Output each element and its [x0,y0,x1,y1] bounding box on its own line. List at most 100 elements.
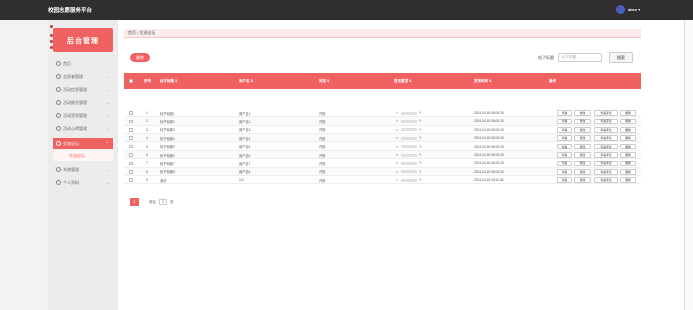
cell-status: 开放 [319,111,326,116]
row-checkbox[interactable] [129,134,133,142]
cell-pinned: < ✎ [396,109,422,117]
sidebar-item[interactable]: 系统管理 ⌄ [53,164,113,175]
edit-icon[interactable]: ✎ [419,170,422,174]
row-action-button[interactable]: 修改 [574,160,591,167]
row-action-button[interactable]: 查看 [557,169,572,175]
cell-user: 用户名3 [239,128,251,133]
user-menu[interactable]: abcx ▾ [628,7,640,12]
sidebar-subitem-forum[interactable]: 交流论坛 [53,150,113,161]
row-action-button[interactable]: 修改 [574,118,591,125]
checkbox-icon [129,170,133,174]
row-checkbox[interactable] [129,117,133,125]
row-action-button[interactable]: 查看评论 [594,135,618,141]
row-action-button[interactable]: 删除 [620,110,636,116]
row-action-button[interactable]: 删除 [620,143,636,150]
row-checkbox[interactable] [129,151,133,159]
cell-no: 5 [146,144,148,149]
scrollbar[interactable] [684,20,693,310]
goto-label: 前往 [149,199,156,204]
share-icon[interactable]: < [396,145,398,149]
sidebar-item[interactable]: 首页 [53,58,113,69]
edit-icon[interactable]: ✎ [419,153,422,157]
menu-icon [56,126,61,131]
row-action-button[interactable]: 删除 [620,152,636,158]
table-row: 7 帖子标题7 用户名7 开放 < ✎ 2024-04-18 08:00:25 查看 修改 查看评… [124,159,641,168]
sidebar-item[interactable]: 活动签到管理 ⌄ [53,110,113,121]
row-action-button[interactable]: 删除 [620,169,636,175]
delete-button[interactable]: 删除 [130,53,150,62]
row-action-button[interactable]: 修改 [574,169,591,175]
pin-value-placeholder [401,119,418,123]
row-action-button[interactable]: 修改 [574,135,591,141]
row-action-button[interactable]: 修改 [574,143,591,150]
share-icon[interactable]: < [396,111,398,115]
row-action-button[interactable]: 查看评论 [594,169,618,175]
edit-icon[interactable]: ✎ [419,161,422,165]
brand-text: 后台管理 [67,36,99,45]
avatar[interactable] [616,5,625,14]
sidebar-item[interactable]: 活动信息管理 ⌄ [53,84,113,95]
row-action-button[interactable]: 查看 [557,143,572,150]
edit-icon[interactable]: ✎ [419,145,422,149]
search-input[interactable]: 帖子标题 [558,53,602,62]
row-action-button[interactable]: 查看 [557,135,572,141]
pagination: 1 前往 1 页 [130,198,174,206]
checkbox-icon [129,119,133,124]
row-checkbox[interactable] [129,159,133,167]
row-action-button[interactable]: 删除 [620,118,636,125]
edit-icon[interactable]: ✎ [419,119,422,123]
row-checkbox[interactable] [129,168,133,176]
row-action-button[interactable]: 查看评论 [594,152,618,158]
row-action-button[interactable]: 查看评论 [594,143,618,150]
sidebar-item[interactable]: 志愿者管理 ⌄ [53,71,113,82]
edit-icon[interactable]: ✎ [419,111,422,115]
row-checkbox[interactable] [129,176,133,184]
brand-dot [50,25,53,28]
select-all-checkbox[interactable] [129,73,133,89]
row-action-button[interactable]: 查看 [557,177,572,183]
share-icon[interactable]: < [396,136,398,140]
pin-value-placeholder [401,153,418,157]
cell-user: 用户名4 [239,136,251,141]
row-action-button[interactable]: 查看 [557,110,572,116]
sidebar-item[interactable]: 交流论坛 ⌃ [53,138,113,149]
row-action-button[interactable]: 删除 [620,127,636,133]
share-icon[interactable]: < [396,128,398,132]
sidebar-item[interactable]: 活动报名管理 ⌄ [53,97,113,108]
row-action-button[interactable]: 查看 [557,118,572,125]
goto-page-input[interactable]: 1 [159,199,167,205]
edit-icon[interactable]: ✎ [419,128,422,132]
share-icon[interactable]: < [396,161,398,165]
checkbox-icon [129,136,133,140]
edit-icon[interactable]: ✎ [419,136,422,140]
row-action-button[interactable]: 查看评论 [594,118,618,125]
row-action-button[interactable]: 查看 [557,160,572,167]
share-icon[interactable]: < [396,170,398,174]
cell-time: 2024-04-18 08:00:25 [474,169,504,174]
row-action-button[interactable]: 修改 [574,152,591,158]
cell-time: 2024-04-18 08:00:25 [474,153,504,157]
row-action-button[interactable]: 删除 [620,135,636,141]
share-icon[interactable]: < [396,119,398,123]
share-icon[interactable]: < [396,178,398,182]
row-action-button[interactable]: 查看 [557,152,572,158]
row-action-button[interactable]: 查看评论 [594,110,618,116]
row-action-button[interactable]: 删除 [620,177,636,183]
row-action-button[interactable]: 修改 [574,127,591,133]
row-action-button[interactable]: 查看 [557,127,572,133]
row-action-button[interactable]: 删除 [620,160,636,167]
sidebar-item[interactable]: 个人资料 ⌄ [53,177,113,188]
row-checkbox[interactable] [129,109,133,117]
row-checkbox[interactable] [129,126,133,134]
row-action-button[interactable]: 查看评论 [594,127,618,133]
row-action-button[interactable]: 修改 [574,177,591,183]
row-action-button[interactable]: 查看评论 [594,177,618,183]
share-icon[interactable]: < [396,153,398,157]
search-button[interactable]: 搜索 [609,52,633,63]
sidebar-item[interactable]: 活动心得管理 ⌄ [53,123,113,134]
row-action-button[interactable]: 查看评论 [594,160,618,167]
page-current[interactable]: 1 [130,198,139,206]
row-action-button[interactable]: 修改 [574,110,591,116]
edit-icon[interactable]: ✎ [419,178,422,182]
row-checkbox[interactable] [129,143,133,151]
